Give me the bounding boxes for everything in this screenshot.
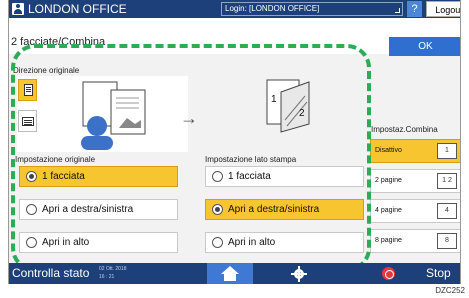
home-button[interactable] xyxy=(207,263,253,284)
original-option-open-top[interactable]: Apri in alto xyxy=(19,232,178,253)
help-button[interactable]: ? xyxy=(407,1,422,17)
combine-option-off[interactable]: Disattivo 1 xyxy=(370,139,460,163)
top-bar: LONDON OFFICE Login: [LONDON OFFICE] ? L… xyxy=(9,0,460,18)
date-text: 02 Ott. 2018 xyxy=(99,266,127,272)
radio-selected-icon xyxy=(212,204,223,215)
combine-title: Impostaz.Combina xyxy=(371,125,438,134)
print-side-illustration: 1 2 xyxy=(266,79,310,133)
device-name: LONDON OFFICE xyxy=(28,2,127,16)
check-status-button[interactable]: Controlla stato xyxy=(12,264,89,282)
home-icon xyxy=(221,266,239,281)
option-label: Apri in alto xyxy=(228,237,276,248)
option-label: Apri in alto xyxy=(42,237,90,248)
radio-selected-icon xyxy=(26,171,37,182)
landscape-direction-button[interactable] xyxy=(18,110,37,132)
stop-button[interactable]: Stop xyxy=(374,263,460,284)
sheet-number-2: 2 xyxy=(299,108,305,119)
original-illustration xyxy=(81,81,146,150)
header: 2 facciate/Combina OK xyxy=(9,18,460,56)
logout-button[interactable]: Logout xyxy=(426,1,460,17)
ok-button[interactable]: OK xyxy=(389,37,460,56)
option-label: 1 facciata xyxy=(228,171,271,182)
portrait-doc-icon xyxy=(24,84,33,96)
landscape-doc-icon xyxy=(22,117,34,126)
bottom-bar: Controlla stato 02 Ott. 2018 16 : 21 Sto… xyxy=(9,263,460,284)
print-option-open-left-right[interactable]: Apri a destra/sinistra xyxy=(205,199,364,220)
arrow-right-icon: → xyxy=(180,108,198,128)
combine-label: 8 pagine xyxy=(375,237,402,244)
user-icon xyxy=(12,3,24,15)
combine-option-4-pages[interactable]: 4 pagine 4 xyxy=(370,199,460,223)
combine-option-8-pages[interactable]: 8 pagine 8 xyxy=(370,229,460,253)
original-setting-label: Impostazione originale xyxy=(15,155,96,164)
original-direction-label: Direzione originale xyxy=(13,66,80,75)
combine-label: Disattivo xyxy=(375,147,402,154)
combine-4-pages-icon: 4 xyxy=(437,203,457,219)
stop-label: Stop xyxy=(426,266,451,280)
radio-icon xyxy=(212,237,223,248)
login-field[interactable]: Login: [LONDON OFFICE] xyxy=(221,2,403,16)
combine-off-icon: 1 xyxy=(437,143,457,159)
combine-label: 4 pagine xyxy=(375,207,402,214)
option-label: Apri a destra/sinistra xyxy=(228,204,320,215)
option-label: 1 facciata xyxy=(42,171,85,182)
device-screen: LONDON OFFICE Login: [LONDON OFFICE] ? L… xyxy=(8,0,461,284)
print-option-one-side[interactable]: 1 facciata xyxy=(205,166,364,187)
original-option-one-side[interactable]: 1 facciata xyxy=(19,166,178,187)
combine-2-pages-icon: 1 2 xyxy=(437,173,457,189)
radio-icon xyxy=(26,237,37,248)
print-setting-label: Impostazione lato stampa xyxy=(205,155,297,164)
clock: 02 Ott. 2018 16 : 21 xyxy=(99,265,127,281)
time-text: 16 : 21 xyxy=(99,274,115,280)
figure-code: DZC252 xyxy=(435,286,465,295)
stop-icon xyxy=(382,267,395,280)
option-label: Apri a destra/sinistra xyxy=(42,204,134,215)
page-title: 2 facciate/Combina xyxy=(11,36,106,48)
sheet-number-1: 1 xyxy=(271,94,277,105)
radio-icon xyxy=(26,204,37,215)
combine-option-2-pages[interactable]: 2 pagine 1 2 xyxy=(370,169,460,193)
radio-icon xyxy=(212,171,223,182)
combine-label: 2 pagine xyxy=(375,177,402,184)
portrait-direction-button[interactable] xyxy=(18,79,37,101)
print-option-open-top[interactable]: Apri in alto xyxy=(205,232,364,253)
original-option-open-left-right[interactable]: Apri a destra/sinistra xyxy=(19,199,178,220)
combine-8-pages-icon: 8 xyxy=(437,233,457,249)
settings-gear-icon[interactable] xyxy=(291,266,307,282)
